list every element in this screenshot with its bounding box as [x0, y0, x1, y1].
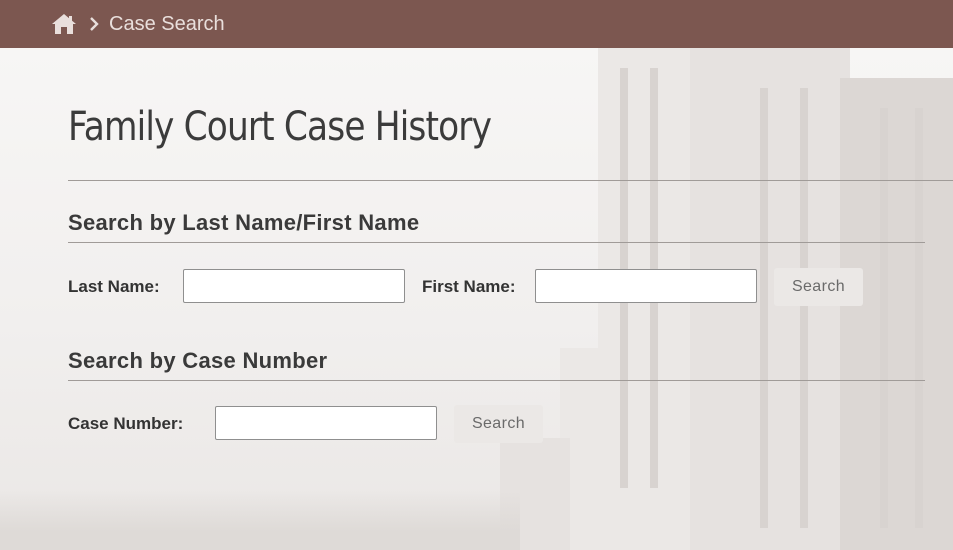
name-search-heading: Search by Last Name/First Name	[68, 210, 420, 235]
name-search-divider	[68, 242, 925, 243]
case-number-input[interactable]	[215, 406, 437, 440]
breadcrumb-bar: Case Search	[0, 0, 953, 48]
main-content: Family Court Case History Search by Last…	[0, 48, 953, 550]
chevron-right-icon	[89, 17, 99, 31]
case-number-search-heading: Search by Case Number	[68, 348, 328, 373]
case-number-search-divider	[68, 380, 925, 381]
last-name-input[interactable]	[183, 269, 405, 303]
title-divider	[68, 180, 953, 181]
case-number-search-button[interactable]: Search	[454, 405, 543, 443]
first-name-input[interactable]	[535, 269, 757, 303]
page-title: Family Court Case History	[68, 104, 492, 150]
name-search-button[interactable]: Search	[774, 268, 863, 306]
home-icon[interactable]	[51, 13, 77, 35]
first-name-label: First Name:	[422, 277, 516, 296]
case-number-label: Case Number:	[68, 414, 184, 433]
last-name-label: Last Name:	[68, 277, 160, 296]
breadcrumb-current: Case Search	[109, 12, 225, 35]
